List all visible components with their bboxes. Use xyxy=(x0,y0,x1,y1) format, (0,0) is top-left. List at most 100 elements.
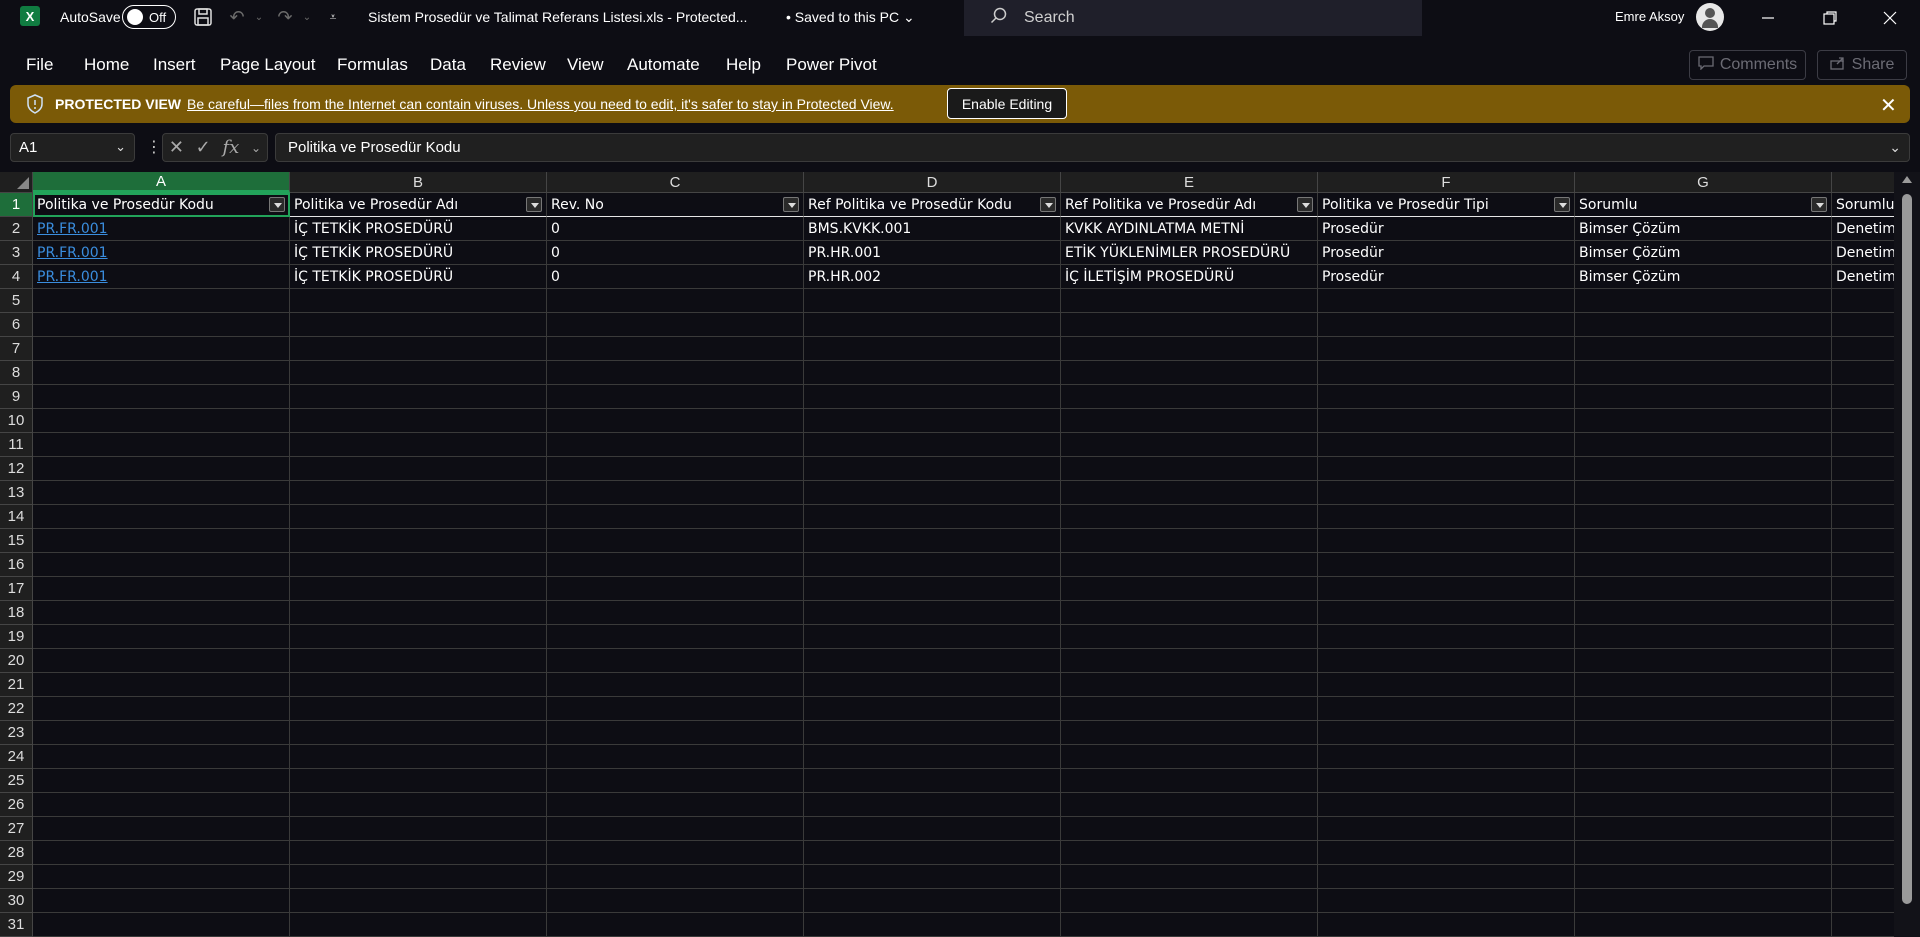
empty-cell[interactable] xyxy=(1318,529,1575,553)
filter-dropdown-icon[interactable] xyxy=(783,197,799,212)
empty-cell[interactable] xyxy=(33,361,290,385)
empty-cell[interactable] xyxy=(1318,577,1575,601)
row-header-21[interactable]: 21 xyxy=(0,673,33,697)
cancel-icon[interactable]: ✕ xyxy=(169,137,184,158)
table-cell[interactable]: 0 xyxy=(547,241,804,265)
empty-cell[interactable] xyxy=(547,697,804,721)
empty-cell[interactable] xyxy=(1318,841,1575,865)
table-cell[interactable]: İÇ TETKİK PROSEDÜRÜ xyxy=(290,265,547,289)
row-header-1[interactable]: 1 xyxy=(0,193,33,217)
empty-cell[interactable] xyxy=(1061,625,1318,649)
row-header-19[interactable]: 19 xyxy=(0,625,33,649)
column-header-e[interactable]: E xyxy=(1061,172,1318,193)
tab-insert[interactable]: Insert xyxy=(153,55,196,75)
empty-cell[interactable] xyxy=(1318,865,1575,889)
empty-cell[interactable] xyxy=(1832,865,1894,889)
empty-cell[interactable] xyxy=(804,313,1061,337)
empty-cell[interactable] xyxy=(1832,769,1894,793)
row-header-4[interactable]: 4 xyxy=(0,265,33,289)
empty-cell[interactable] xyxy=(290,289,547,313)
empty-cell[interactable] xyxy=(1318,601,1575,625)
empty-cell[interactable] xyxy=(1832,745,1894,769)
hyperlink-cell[interactable]: PR.FR.001 xyxy=(33,241,290,265)
empty-cell[interactable] xyxy=(1832,385,1894,409)
filter-dropdown-icon[interactable] xyxy=(269,197,285,212)
check-icon[interactable]: ✓ xyxy=(196,137,211,158)
empty-cell[interactable] xyxy=(33,313,290,337)
empty-cell[interactable] xyxy=(804,745,1061,769)
empty-cell[interactable] xyxy=(1832,529,1894,553)
empty-cell[interactable] xyxy=(33,601,290,625)
empty-cell[interactable] xyxy=(1575,577,1832,601)
table-cell[interactable]: İÇ İLETİŞİM PROSEDÜRÜ xyxy=(1061,265,1318,289)
empty-cell[interactable] xyxy=(1061,745,1318,769)
row-header-26[interactable]: 26 xyxy=(0,793,33,817)
empty-cell[interactable] xyxy=(1061,553,1318,577)
row-header-11[interactable]: 11 xyxy=(0,433,33,457)
share-button[interactable]: Share xyxy=(1817,50,1907,80)
empty-cell[interactable] xyxy=(547,361,804,385)
empty-cell[interactable] xyxy=(547,553,804,577)
empty-cell[interactable] xyxy=(804,409,1061,433)
more-options-icon[interactable]: ⋮ xyxy=(146,137,162,157)
enable-editing-button[interactable]: Enable Editing xyxy=(947,88,1067,119)
empty-cell[interactable] xyxy=(547,577,804,601)
column-header-a[interactable]: A xyxy=(33,172,290,193)
filter-dropdown-icon[interactable] xyxy=(526,197,542,212)
empty-cell[interactable] xyxy=(1061,457,1318,481)
empty-cell[interactable] xyxy=(1318,289,1575,313)
empty-cell[interactable] xyxy=(1575,505,1832,529)
empty-cell[interactable] xyxy=(804,865,1061,889)
row-header-31[interactable]: 31 xyxy=(0,913,33,937)
empty-cell[interactable] xyxy=(547,793,804,817)
empty-cell[interactable] xyxy=(290,529,547,553)
insert-function-icon[interactable]: fx xyxy=(222,137,239,158)
empty-cell[interactable] xyxy=(290,865,547,889)
empty-cell[interactable] xyxy=(33,337,290,361)
empty-cell[interactable] xyxy=(547,865,804,889)
empty-cell[interactable] xyxy=(33,745,290,769)
empty-cell[interactable] xyxy=(1318,625,1575,649)
empty-cell[interactable] xyxy=(1318,769,1575,793)
empty-cell[interactable] xyxy=(290,697,547,721)
tab-formulas[interactable]: Formulas xyxy=(337,55,408,75)
empty-cell[interactable] xyxy=(804,481,1061,505)
name-box[interactable]: A1 ⌄ xyxy=(10,133,135,162)
tab-page-layout[interactable]: Page Layout xyxy=(220,55,315,75)
user-name[interactable]: Emre Aksoy xyxy=(1615,9,1684,24)
empty-cell[interactable] xyxy=(33,913,290,937)
empty-cell[interactable] xyxy=(33,577,290,601)
row-header-9[interactable]: 9 xyxy=(0,385,33,409)
avatar[interactable] xyxy=(1696,3,1724,31)
tab-home[interactable]: Home xyxy=(84,55,129,75)
empty-cell[interactable] xyxy=(1318,793,1575,817)
empty-cell[interactable] xyxy=(1575,313,1832,337)
empty-cell[interactable] xyxy=(1832,793,1894,817)
row-header-3[interactable]: 3 xyxy=(0,241,33,265)
table-cell[interactable]: Prosedür xyxy=(1318,265,1575,289)
empty-cell[interactable] xyxy=(804,649,1061,673)
empty-cell[interactable] xyxy=(804,913,1061,937)
empty-cell[interactable] xyxy=(1318,409,1575,433)
vertical-scrollbar[interactable] xyxy=(1894,172,1920,937)
empty-cell[interactable] xyxy=(1318,745,1575,769)
empty-cell[interactable] xyxy=(1575,625,1832,649)
empty-cell[interactable] xyxy=(1575,529,1832,553)
empty-cell[interactable] xyxy=(1832,457,1894,481)
empty-cell[interactable] xyxy=(1832,553,1894,577)
empty-cell[interactable] xyxy=(1575,481,1832,505)
table-header-cell[interactable]: Sorumlu xyxy=(1575,193,1832,217)
table-header-cell[interactable]: Rev. No xyxy=(547,193,804,217)
empty-cell[interactable] xyxy=(547,769,804,793)
empty-cell[interactable] xyxy=(290,841,547,865)
empty-cell[interactable] xyxy=(1061,289,1318,313)
empty-cell[interactable] xyxy=(1575,913,1832,937)
empty-cell[interactable] xyxy=(33,457,290,481)
table-header-cell[interactable]: Politika ve Prosedür Adı xyxy=(290,193,547,217)
empty-cell[interactable] xyxy=(1832,625,1894,649)
empty-cell[interactable] xyxy=(33,769,290,793)
empty-cell[interactable] xyxy=(33,625,290,649)
empty-cell[interactable] xyxy=(1318,889,1575,913)
empty-cell[interactable] xyxy=(1061,889,1318,913)
empty-cell[interactable] xyxy=(1061,577,1318,601)
